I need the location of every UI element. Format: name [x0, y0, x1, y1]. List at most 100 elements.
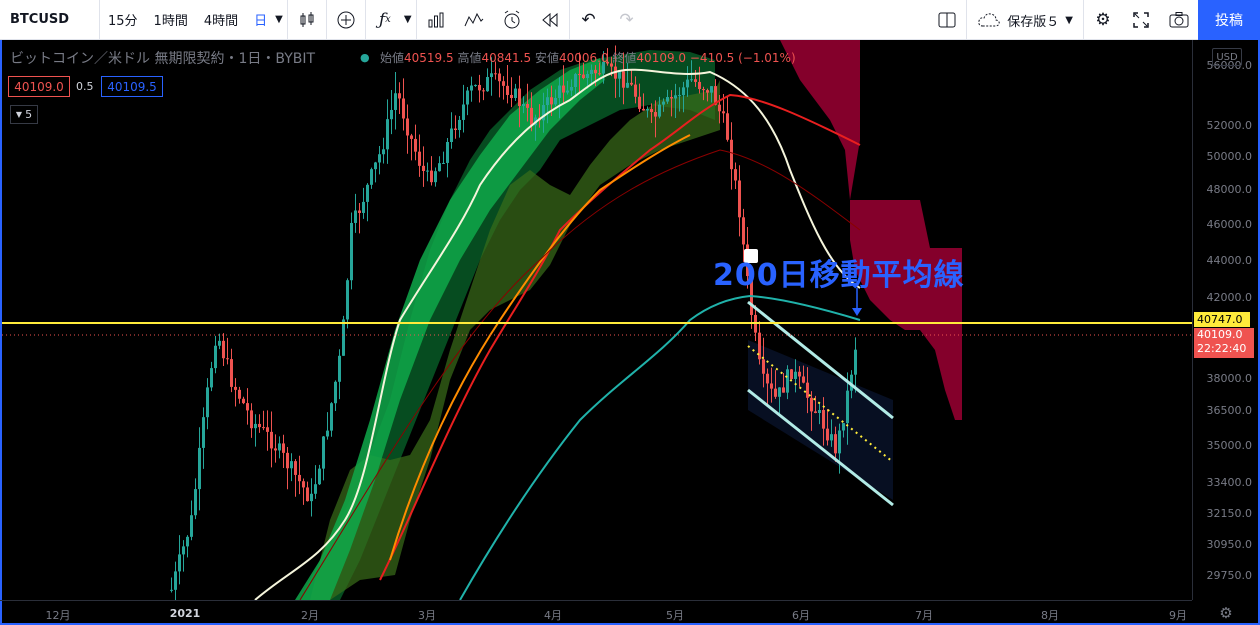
candle-body	[182, 546, 185, 555]
chart-canvas[interactable]	[0, 0, 1260, 625]
candle-body	[278, 443, 281, 451]
candle-body	[766, 373, 769, 384]
price-tick: 35000.0	[1206, 439, 1253, 452]
time-tick: 5月	[666, 609, 684, 622]
candle-body	[366, 184, 369, 202]
candle-body	[458, 119, 461, 131]
price-tick: 44000.0	[1206, 254, 1253, 267]
close-value: 40109.0	[636, 51, 687, 65]
candle-body	[250, 410, 253, 429]
candle-body	[778, 387, 781, 397]
price-tick: 29750.0	[1206, 569, 1253, 582]
candle-body	[382, 149, 385, 155]
candle-body	[790, 369, 793, 379]
legend-symbol-title[interactable]: ビットコイン／米ドル 無期限契約・1日・BYBIT	[10, 48, 315, 68]
candle-body	[670, 97, 673, 99]
candle-body	[686, 79, 689, 88]
candle-body	[654, 112, 657, 117]
candle-body	[594, 69, 597, 74]
candle-body	[826, 428, 829, 441]
candle-body	[210, 368, 213, 388]
candle-body	[186, 536, 189, 547]
candle-body	[650, 109, 653, 113]
price-tick: 38000.0	[1206, 372, 1253, 385]
forecast-shade	[748, 340, 893, 500]
candle-body	[518, 88, 521, 107]
candle-body	[822, 410, 825, 429]
candle-body	[798, 371, 801, 377]
candle-body	[702, 89, 705, 91]
close-label: 終値	[612, 51, 637, 65]
chevron-down-icon: ▼	[15, 110, 23, 119]
candle-body	[506, 85, 509, 95]
buy-price-button[interactable]: 40109.5	[101, 76, 163, 97]
candle-body	[358, 210, 361, 213]
candle-body	[730, 139, 733, 170]
price-tick: 30950.0	[1206, 538, 1253, 551]
candle-body	[698, 81, 701, 90]
candle-body	[662, 101, 665, 105]
candle-body	[838, 430, 841, 454]
candle-body	[370, 169, 373, 185]
time-tick: 12月	[45, 609, 71, 622]
candle-body	[226, 358, 229, 360]
candle-body	[354, 210, 357, 223]
chart-settings-gear-icon[interactable]: ⚙	[1214, 603, 1238, 623]
app-window: BTCUSD 15分 1時間 4時間 日 ▼ ƒx ▼ ↶ ↷ 保存版５ ▼ ⚙…	[0, 0, 1260, 625]
candle-body	[674, 95, 677, 99]
ma200-annotation-text[interactable]: 200日移動平均線	[713, 250, 965, 294]
candle-body	[818, 410, 821, 413]
candle-body	[194, 489, 197, 516]
candle-body	[222, 340, 225, 359]
candle-body	[618, 71, 621, 79]
indicators-collapse-button[interactable]: ▼ 5	[10, 105, 38, 124]
annotation-arrow-head	[852, 308, 862, 316]
candle-body	[286, 452, 289, 469]
candle-body	[810, 397, 813, 412]
candle-body	[374, 162, 377, 170]
price-tick: 36500.0	[1206, 404, 1253, 417]
candle-body	[638, 96, 641, 109]
candle-body	[490, 73, 493, 78]
change-value: −410.5 (−1.01%)	[689, 51, 796, 65]
time-tick-year: 2021	[169, 607, 201, 620]
candle-body	[550, 97, 553, 105]
ma-white-line	[254, 68, 861, 600]
candle-body	[646, 109, 649, 111]
candle-body	[770, 383, 773, 389]
ichimoku-cloud-bearish	[780, 40, 962, 420]
candle-body	[554, 97, 557, 105]
candle-body	[270, 431, 273, 449]
candle-body	[718, 104, 721, 112]
time-axis[interactable]: 12月 2021 2月 3月 4月 5月 6月 7月 8月 9月	[0, 600, 1192, 625]
candle-body	[422, 165, 425, 171]
candle-body	[630, 82, 633, 85]
candle-body	[330, 403, 333, 431]
time-tick: 6月	[792, 609, 810, 622]
high-label: 高値	[457, 51, 482, 65]
candle-body	[574, 74, 577, 87]
candle-body	[322, 436, 325, 469]
ma-200-cyan-line	[459, 294, 861, 600]
candle-body	[782, 387, 785, 393]
candle-body	[430, 170, 433, 183]
candle-body	[390, 109, 393, 120]
sell-price-button[interactable]: 40109.0	[8, 76, 70, 97]
candle-body	[738, 180, 741, 218]
candle-body	[622, 71, 625, 88]
candle-body	[282, 443, 285, 453]
candle-body	[386, 119, 389, 150]
candle-body	[346, 280, 349, 320]
candle-body	[442, 162, 445, 164]
spread-value: 0.5	[76, 80, 94, 93]
candle-body	[414, 138, 417, 152]
candle-body	[478, 84, 481, 91]
candle-body	[402, 98, 405, 119]
candle-body	[418, 151, 421, 166]
candle-body	[678, 95, 681, 97]
price-tick: 46000.0	[1206, 218, 1253, 231]
candle-body	[498, 73, 501, 82]
currency-badge[interactable]: USD	[1212, 48, 1242, 66]
candle-body	[438, 163, 441, 172]
hline-price-label: 40747.0	[1194, 312, 1250, 327]
